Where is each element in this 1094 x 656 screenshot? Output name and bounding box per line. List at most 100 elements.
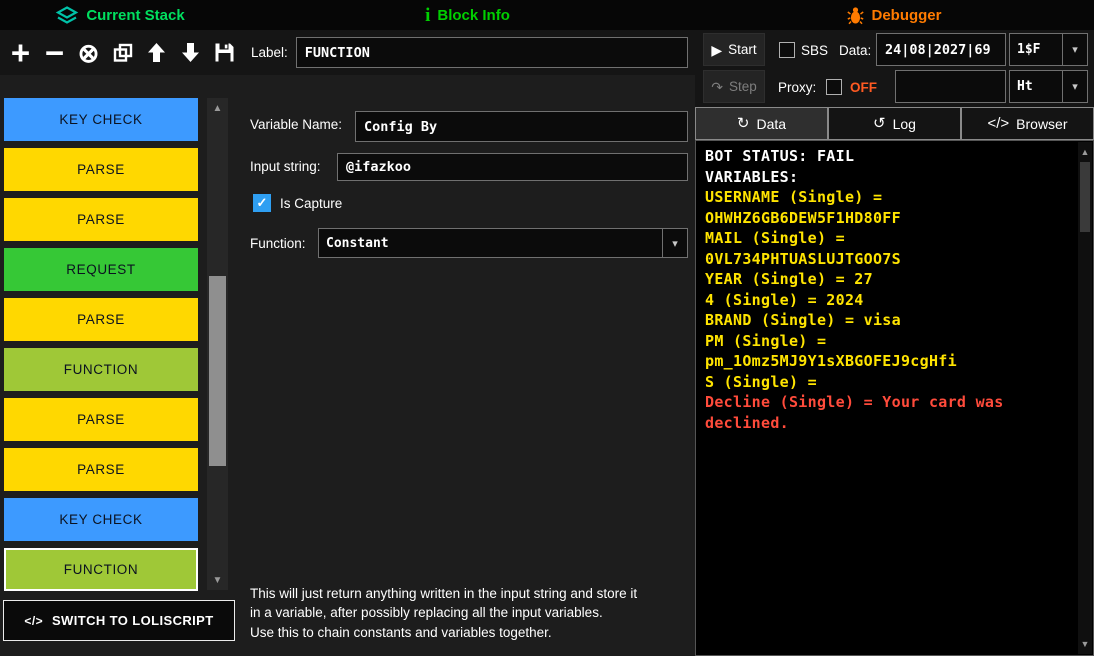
scroll-down-icon[interactable]: ▼ bbox=[207, 572, 228, 588]
wordlist-type-dropdown[interactable]: 1$F ▾ bbox=[1009, 33, 1088, 66]
scroll-up-icon[interactable]: ▲ bbox=[207, 100, 228, 116]
output-scrollbar-thumb[interactable] bbox=[1080, 162, 1090, 232]
tab-icon: ↻ bbox=[737, 116, 750, 131]
tab-label: Data bbox=[757, 116, 787, 132]
stack-block-label: PARSE bbox=[77, 212, 125, 227]
move-block-up-button[interactable] bbox=[142, 37, 171, 69]
dropdown-arrow-icon: ▾ bbox=[1062, 71, 1087, 102]
switch-to-loliscript-label: SWITCH TO LOLISCRIPT bbox=[52, 613, 214, 628]
wordlist-type-value: 1$F bbox=[1010, 34, 1062, 65]
stack-block-label: FUNCTION bbox=[64, 562, 139, 577]
add-block-button[interactable]: + bbox=[6, 37, 35, 69]
debugger-tab[interactable]: </> Browser bbox=[961, 107, 1094, 140]
is-capture-checkbox[interactable]: ✓ bbox=[253, 194, 271, 212]
dropdown-arrow-icon: ▾ bbox=[662, 229, 687, 257]
output-line: VARIABLES: bbox=[705, 167, 1075, 188]
proxy-status-badge: OFF bbox=[850, 80, 877, 95]
variable-name-label: Variable Name: bbox=[250, 117, 342, 132]
debugger-tab[interactable]: ↺ Log bbox=[828, 107, 961, 140]
output-line: PM (Single) = bbox=[705, 331, 1075, 352]
block-list: KEY CHECK PARSE PARSE REQUEST PARSE bbox=[4, 98, 198, 598]
stack-block[interactable]: KEY CHECK bbox=[4, 498, 198, 541]
play-icon: ▶ bbox=[711, 43, 722, 57]
output-line: USERNAME (Single) = bbox=[705, 187, 1075, 208]
debugger-title: Debugger bbox=[871, 7, 941, 24]
debugger-tab[interactable]: ↻ Data bbox=[695, 107, 828, 140]
variable-name-input[interactable] bbox=[355, 111, 688, 142]
description-line: This will just return anything written i… bbox=[250, 584, 695, 603]
stack-block[interactable]: PARSE bbox=[4, 148, 198, 191]
proxy-input[interactable] bbox=[895, 70, 1006, 103]
tab-label: Browser bbox=[1016, 116, 1067, 132]
top-bar: Current Stack i Block Info Debugger bbox=[0, 0, 1094, 30]
block-description: This will just return anything written i… bbox=[250, 584, 695, 642]
stack-block[interactable]: FUNCTION bbox=[4, 348, 198, 391]
step-button[interactable]: ↷ Step bbox=[703, 70, 765, 103]
proxy-checkbox[interactable] bbox=[826, 79, 842, 95]
check-icon: ✓ bbox=[257, 195, 268, 211]
arrow-down-icon bbox=[181, 42, 200, 63]
stack-block-label: REQUEST bbox=[66, 262, 135, 277]
output-line: pm_1Omz5MJ9Y1sXBGOFEJ9cgHfi bbox=[705, 351, 1075, 372]
output-line: MAIL (Single) = bbox=[705, 228, 1075, 249]
output-line: declined. bbox=[705, 413, 1075, 434]
description-line: in a variable, after possibly replacing … bbox=[250, 603, 695, 622]
debugger-controls: ▶ Start ↷ Step SBS Data: 1$F ▾ Proxy: OF… bbox=[695, 30, 1094, 107]
output-lines: BOT STATUS: FAIL VARIABLES: USERNAME (Si… bbox=[705, 146, 1075, 433]
scroll-down-icon[interactable]: ▼ bbox=[1078, 637, 1092, 651]
output-scrollbar[interactable]: ▲ ▼ bbox=[1078, 142, 1092, 654]
stack-panel: KEY CHECK PARSE PARSE REQUEST PARSE bbox=[0, 88, 240, 656]
label-field-label: Label: bbox=[251, 45, 288, 60]
clone-icon bbox=[113, 43, 133, 63]
stack-block[interactable]: PARSE bbox=[4, 398, 198, 441]
remove-block-button[interactable]: − bbox=[40, 37, 69, 69]
stack-block-label: KEY CHECK bbox=[59, 512, 142, 527]
function-dropdown[interactable]: Constant ▾ bbox=[318, 228, 688, 258]
clone-block-button[interactable] bbox=[108, 37, 137, 69]
block-info-header: i Block Info bbox=[240, 0, 695, 30]
debugger-tabs: ↻ Data ↺ Log </> Browser bbox=[695, 107, 1094, 140]
stack-block-label: PARSE bbox=[77, 162, 125, 177]
proxy-type-dropdown[interactable]: Ht ▾ bbox=[1009, 70, 1088, 103]
sbs-checkbox[interactable] bbox=[779, 42, 795, 58]
tab-icon: ↺ bbox=[873, 116, 886, 131]
data-label: Data: bbox=[839, 43, 871, 58]
start-button[interactable]: ▶ Start bbox=[703, 33, 765, 66]
block-label-input[interactable] bbox=[296, 37, 688, 68]
dropdown-arrow-icon: ▾ bbox=[1062, 34, 1087, 65]
stack-layers-icon bbox=[55, 6, 79, 25]
stack-block[interactable]: KEY CHECK bbox=[4, 98, 198, 141]
output-line: OHWHZ6GB6DEW5F1HD80FF bbox=[705, 208, 1075, 229]
output-line: YEAR (Single) = 27 bbox=[705, 269, 1075, 290]
tab-label: Log bbox=[893, 116, 916, 132]
current-stack-title: Current Stack bbox=[86, 7, 184, 24]
stack-block-label: PARSE bbox=[77, 462, 125, 477]
stack-block[interactable]: PARSE bbox=[4, 448, 198, 491]
sbs-label: SBS bbox=[801, 43, 828, 58]
input-string-input[interactable] bbox=[337, 153, 688, 181]
code-icon: </> bbox=[24, 614, 43, 628]
debugger-output: BOT STATUS: FAIL VARIABLES: USERNAME (Si… bbox=[695, 140, 1094, 656]
function-value: Constant bbox=[319, 229, 662, 257]
stack-block-label: PARSE bbox=[77, 412, 125, 427]
scroll-up-icon[interactable]: ▲ bbox=[1078, 145, 1092, 159]
data-input[interactable] bbox=[876, 33, 1006, 66]
debugger-header: Debugger bbox=[695, 0, 1094, 30]
function-label: Function: bbox=[250, 236, 306, 251]
proxy-label: Proxy: bbox=[778, 80, 816, 95]
stack-block[interactable]: FUNCTION bbox=[4, 548, 198, 591]
delete-block-button[interactable]: ⊗ bbox=[74, 37, 103, 69]
step-label: Step bbox=[729, 79, 757, 94]
save-config-button[interactable] bbox=[210, 37, 239, 69]
description-line: Use this to chain constants and variable… bbox=[250, 623, 695, 642]
stack-block[interactable]: PARSE bbox=[4, 298, 198, 341]
stack-scrollbar[interactable]: ▲ ▼ bbox=[207, 98, 228, 590]
switch-to-loliscript-button[interactable]: </> SWITCH TO LOLISCRIPT bbox=[3, 600, 235, 641]
save-icon bbox=[214, 42, 235, 63]
stack-scrollbar-thumb[interactable] bbox=[209, 276, 226, 466]
stack-block[interactable]: PARSE bbox=[4, 198, 198, 241]
block-info-title: Block Info bbox=[437, 7, 510, 24]
stack-block[interactable]: REQUEST bbox=[4, 248, 198, 291]
move-block-down-button[interactable] bbox=[176, 37, 205, 69]
output-line: 4 (Single) = 2024 bbox=[705, 290, 1075, 311]
